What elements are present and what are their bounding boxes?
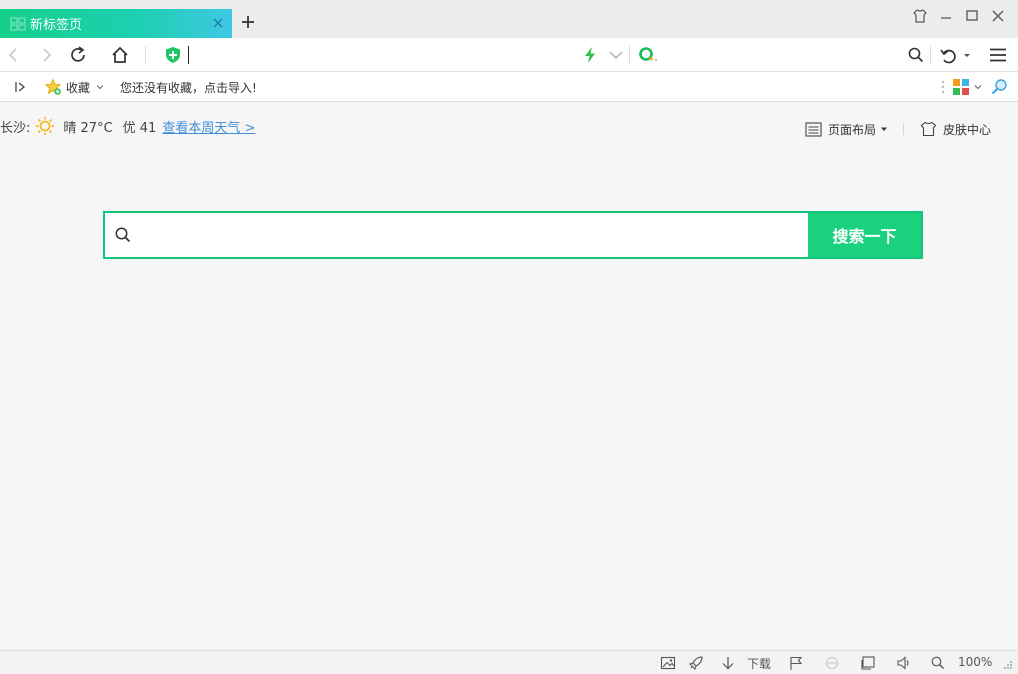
star-icon <box>44 78 62 95</box>
download-icon[interactable] <box>720 655 736 671</box>
minimize-icon[interactable] <box>938 8 954 24</box>
shirt-icon <box>920 121 937 137</box>
weather-condition: 晴 27°C <box>63 120 113 136</box>
sun-icon <box>36 117 55 135</box>
maximize-icon[interactable] <box>964 8 980 24</box>
skin-shirt-icon[interactable] <box>912 8 928 24</box>
search-icon <box>115 227 131 243</box>
undo-dropdown-icon[interactable] <box>960 45 974 65</box>
download-label[interactable]: 下载 <box>747 655 771 672</box>
apps-icon <box>953 79 969 95</box>
ie-mode-icon[interactable] <box>824 655 840 671</box>
bookmarks-bar: 收藏 您还没有收藏，点击导入! <box>0 72 1018 102</box>
title-bar: 新标签页 <box>0 0 1018 38</box>
empty-bookmarks-hint: 您还没有收藏，点击导入! <box>120 80 257 95</box>
tab-new-tab[interactable]: 新标签页 <box>0 9 232 38</box>
import-bookmarks-link[interactable]: 您还没有收藏，点击导入! <box>120 72 257 102</box>
search-engine-icon[interactable] <box>638 45 658 65</box>
undo-close-icon[interactable] <box>938 45 958 65</box>
status-bar: 下载 100% <box>0 650 1018 674</box>
close-window-icon[interactable] <box>990 8 1006 24</box>
zoom-icon[interactable] <box>930 655 946 671</box>
skin-center-label: 皮肤中心 <box>943 122 992 137</box>
search-box-icon-wrap <box>105 213 141 257</box>
navigation-bar <box>0 38 1018 72</box>
new-tab-icon[interactable] <box>240 14 256 30</box>
flag-icon[interactable] <box>788 655 804 671</box>
close-tab-icon[interactable] <box>212 17 224 29</box>
zoom-search-button[interactable] <box>990 72 1008 102</box>
home-icon[interactable] <box>110 45 130 65</box>
security-shield-icon[interactable] <box>163 45 183 65</box>
search-button[interactable]: 搜索一下 <box>808 213 921 257</box>
page-layout-label: 页面布局 <box>828 122 877 137</box>
volume-icon[interactable] <box>896 655 912 671</box>
favorites-label: 收藏 <box>66 80 91 95</box>
speed-mode-icon[interactable] <box>580 45 600 65</box>
chevron-down-icon <box>974 85 982 90</box>
magnifier-icon <box>991 79 1007 95</box>
menu-icon[interactable] <box>988 45 1008 65</box>
window-icon[interactable] <box>860 655 876 671</box>
separator <box>629 46 630 64</box>
sidebar-toggle-button[interactable] <box>12 72 28 102</box>
chevron-down-icon <box>96 85 104 90</box>
chevron-down-icon[interactable] <box>606 45 626 65</box>
resize-grip-icon[interactable] <box>1002 655 1014 671</box>
address-bar-cursor[interactable] <box>188 46 189 64</box>
search-box: 搜索一下 <box>103 211 923 259</box>
air-quality: 优 41 <box>122 120 157 136</box>
grid-icon <box>10 16 26 31</box>
back-icon[interactable] <box>4 45 24 65</box>
separator <box>903 123 904 135</box>
search-input[interactable] <box>141 213 808 257</box>
tab-title: 新标签页 <box>30 18 83 33</box>
zoom-level[interactable]: 100% <box>958 655 992 669</box>
vertical-dots-icon <box>941 80 945 94</box>
apps-button[interactable] <box>952 72 984 102</box>
weather-city: 长沙: <box>0 120 31 136</box>
forward-icon[interactable] <box>36 45 56 65</box>
favorites-button[interactable]: 收藏 <box>44 72 106 102</box>
skin-center-button[interactable]: 皮肤中心 <box>920 120 991 138</box>
refresh-icon[interactable] <box>68 45 88 65</box>
separator <box>145 46 146 64</box>
page-layout-button[interactable]: 页面布局 <box>805 120 889 138</box>
image-icon[interactable] <box>660 655 676 671</box>
separator <box>930 46 931 64</box>
layout-icon <box>805 121 822 137</box>
weather-widget: 长沙: 晴 27°C 优 41 查看本周天气 > <box>0 116 255 136</box>
rocket-icon[interactable] <box>688 655 704 671</box>
weekly-weather-link[interactable]: 查看本周天气 > <box>162 117 255 136</box>
more-dots[interactable] <box>940 72 946 102</box>
search-icon[interactable] <box>906 45 926 65</box>
sidebar-toggle-icon <box>15 82 26 92</box>
caret-down-icon <box>881 127 888 131</box>
